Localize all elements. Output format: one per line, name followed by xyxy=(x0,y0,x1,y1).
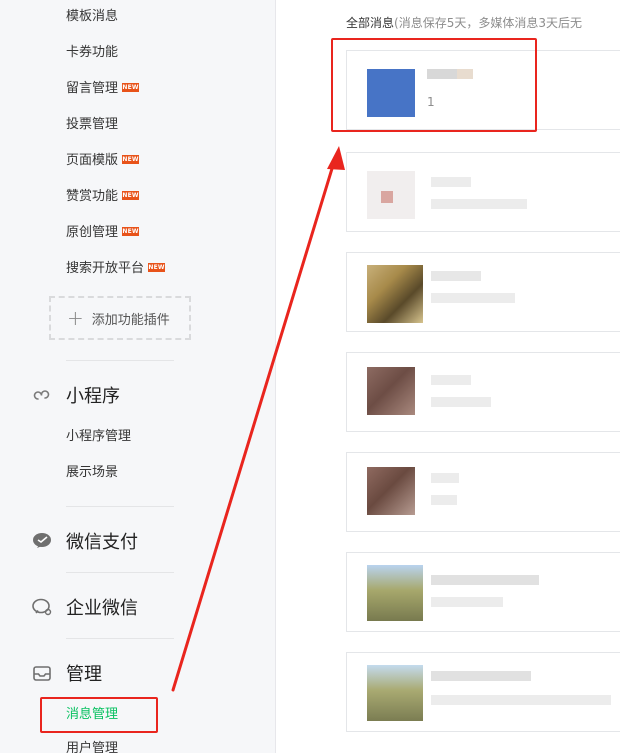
annotation-arrow xyxy=(171,146,345,692)
